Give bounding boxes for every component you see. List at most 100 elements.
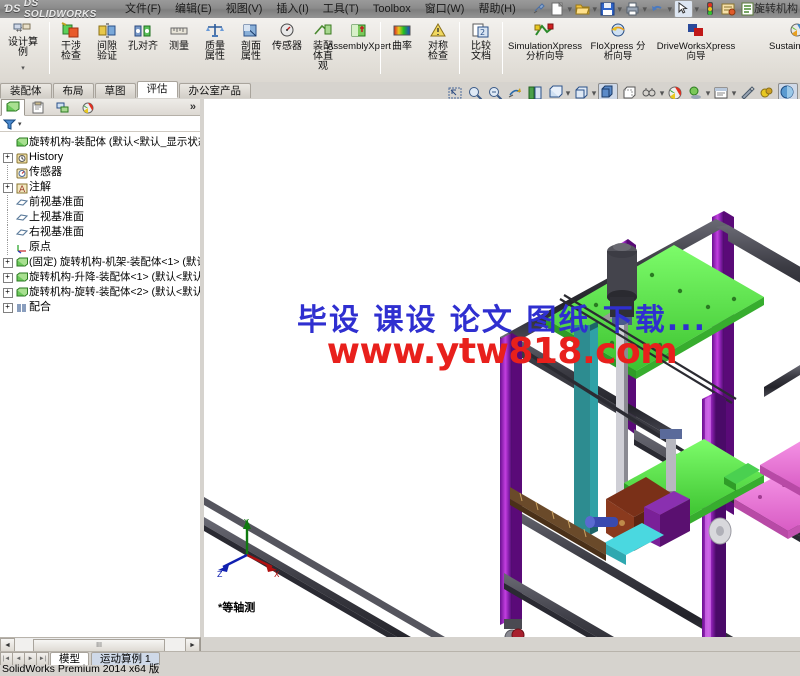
ribbon-interference-check[interactable]: 干涉检查: [53, 18, 89, 62]
configuration-manager-tab[interactable]: [51, 99, 75, 116]
ribbon-simulationxpress[interactable]: SimulationXpress 分析向导: [506, 18, 584, 62]
expand-toggle[interactable]: +: [2, 182, 13, 193]
expand-toggle[interactable]: +: [2, 302, 13, 313]
caster-front-left: [504, 619, 525, 637]
print-icon[interactable]: [624, 1, 641, 17]
menu-tools[interactable]: 工具(T): [316, 0, 366, 18]
tab-sketch[interactable]: 草图: [94, 83, 136, 98]
new-document-icon[interactable]: [549, 1, 566, 17]
ribbon-curvature[interactable]: 曲率: [384, 18, 420, 52]
tree-node-front-plane[interactable]: 前视基准面: [2, 195, 200, 210]
tab-assembly[interactable]: 装配体: [0, 83, 52, 98]
feature-manager-tab[interactable]: [1, 99, 25, 116]
expand-toggle[interactable]: +: [2, 152, 13, 163]
menu-toolbox[interactable]: Toolbox: [366, 0, 418, 18]
menu-window[interactable]: 窗口(W): [418, 0, 472, 18]
view-orientation-dropdown-icon[interactable]: ▾: [565, 88, 571, 99]
tree-node-top-plane[interactable]: 上视基准面: [2, 210, 200, 225]
undo-icon[interactable]: [649, 1, 666, 17]
assembly-icon: [14, 272, 29, 284]
open-dropdown-icon[interactable]: ▾: [592, 4, 598, 15]
ribbon-compare-documents[interactable]: 2 比较文档: [463, 18, 499, 62]
menu-file[interactable]: 文件(F): [118, 0, 168, 18]
tree-node-lift-assembly[interactable]: + 旋转机构-升降-装配体<1> (默认<默认: [2, 270, 200, 285]
tree-node-mates-label: 配合: [29, 301, 51, 313]
property-manager-tab[interactable]: [26, 99, 50, 116]
ribbon-floxpress[interactable]: FloXpress 分析向导: [584, 18, 652, 62]
panel-expand-icon[interactable]: »: [190, 101, 200, 113]
tab-office-products[interactable]: 办公室产品: [178, 83, 251, 98]
expand-toggle[interactable]: +: [2, 287, 13, 298]
ribbon-section-properties-label: 剖面属性: [241, 41, 261, 62]
ribbon-measure[interactable]: 测量: [161, 18, 197, 52]
menu-view[interactable]: 视图(V): [219, 0, 270, 18]
tree-node-right-plane[interactable]: 右视基准面: [2, 225, 200, 240]
traffic-light-icon[interactable]: [701, 1, 718, 17]
ribbon-sustainability[interactable]: Sustainability: [756, 18, 800, 52]
print-dropdown-icon[interactable]: ▾: [642, 4, 648, 15]
menu-edit[interactable]: 编辑(E): [168, 0, 219, 18]
ribbon-symmetry-check-label: 对称检查: [428, 41, 448, 62]
ribbon-clearance-verification[interactable]: 间隙验证: [89, 18, 125, 62]
scroll-left-arrow[interactable]: ◄: [0, 638, 15, 652]
ribbon-assemblyxpert-label: AssemblyXpert: [327, 41, 391, 52]
tree-node-right-plane-label: 右视基准面: [29, 226, 84, 238]
tree-node-frame-assembly[interactable]: + (固定) 旋转机构-机架-装配体<1> (默认: [2, 255, 200, 270]
tab-layout[interactable]: 布局: [52, 83, 94, 98]
tree-filter-bar[interactable]: ▾: [0, 116, 200, 132]
tree-root-assembly[interactable]: 旋转机构-装配体 (默认<默认_显示状态-1: [2, 135, 200, 150]
display-manager-tab[interactable]: [76, 99, 100, 116]
ribbon-mass-properties[interactable]: 质量属性: [197, 18, 233, 62]
scroll-right-arrow[interactable]: ►: [185, 638, 200, 652]
rebuild-icon[interactable]: [720, 1, 737, 17]
view-settings-dropdown-icon[interactable]: ▾: [659, 88, 665, 99]
assembly-3d-model: [204, 211, 800, 637]
display-style-dropdown-icon[interactable]: ▾: [591, 88, 597, 99]
menu-help[interactable]: 帮助(H): [471, 0, 522, 18]
filter-funnel-icon[interactable]: [3, 118, 16, 130]
shadows-dropdown-icon[interactable]: ▾: [705, 88, 711, 99]
undo-dropdown-icon[interactable]: ▾: [667, 4, 673, 15]
plane-icon: [14, 212, 29, 224]
tab-evaluate[interactable]: 评估: [136, 81, 178, 98]
orientation-triad: Y X Z: [217, 518, 280, 579]
select-arrow-icon[interactable]: [673, 0, 693, 18]
ribbon-interference-check-label: 干涉检查: [61, 41, 81, 62]
ribbon-separator: [502, 22, 503, 74]
plane-icon: [14, 197, 29, 209]
ribbon-symmetry-check[interactable]: 对称检查: [420, 18, 456, 62]
mates-icon: [14, 302, 29, 314]
ribbon-sensor[interactable]: 传感器: [269, 18, 305, 52]
ribbon-compare-documents-label: 比较文档: [471, 41, 491, 62]
ribbon-section-properties[interactable]: 剖面属性: [233, 18, 269, 62]
plane-icon: [14, 227, 29, 239]
ribbon-design-study[interactable]: ⌗ 设计算例 ▾: [0, 18, 46, 74]
tree-node-mates[interactable]: + 配合: [2, 300, 200, 315]
tree-node-sensors-label: 传感器: [29, 166, 62, 178]
ribbon-assemblyxpert[interactable]: AssemblyXpert: [327, 18, 391, 52]
graphics-viewport[interactable]: 毕设 课设 论文 图纸 下载... www.ytw818.com Y X Z *…: [204, 99, 800, 637]
tree-node-sensors[interactable]: 传感器: [2, 165, 200, 180]
save-dropdown-icon[interactable]: ▾: [617, 4, 623, 15]
drive-motor: [607, 243, 637, 325]
expand-toggle[interactable]: +: [2, 272, 13, 283]
expand-toggle[interactable]: +: [2, 257, 13, 268]
svg-text:X: X: [274, 570, 280, 579]
ribbon-driveworksxpress[interactable]: DriveWorksXpress 向导: [652, 18, 740, 62]
ribbon-hole-alignment[interactable]: 孔对齐: [125, 18, 161, 52]
chevron-down-icon[interactable]: ▾: [18, 120, 22, 128]
scroll-track[interactable]: III: [15, 639, 185, 653]
new-dropdown-icon[interactable]: ▾: [567, 4, 573, 15]
tree-node-annotations[interactable]: + A 注解: [2, 180, 200, 195]
chevron-down-icon[interactable]: ▾: [21, 64, 25, 74]
open-folder-icon[interactable]: [574, 1, 591, 17]
select-dropdown-icon[interactable]: ▾: [694, 4, 700, 15]
pin-icon[interactable]: [530, 1, 547, 17]
tree-node-origin[interactable]: 原点: [2, 240, 200, 255]
display-pane-dropdown-icon[interactable]: ▾: [731, 88, 737, 99]
tree-node-history[interactable]: + History: [2, 150, 200, 165]
tree-horizontal-scrollbar[interactable]: ◄ III ►: [0, 637, 201, 653]
save-icon[interactable]: [599, 1, 616, 17]
tree-node-rotate-assembly[interactable]: + 旋转机构-旋转-装配体<2> (默认<默认: [2, 285, 200, 300]
menu-insert[interactable]: 插入(I): [269, 0, 315, 18]
